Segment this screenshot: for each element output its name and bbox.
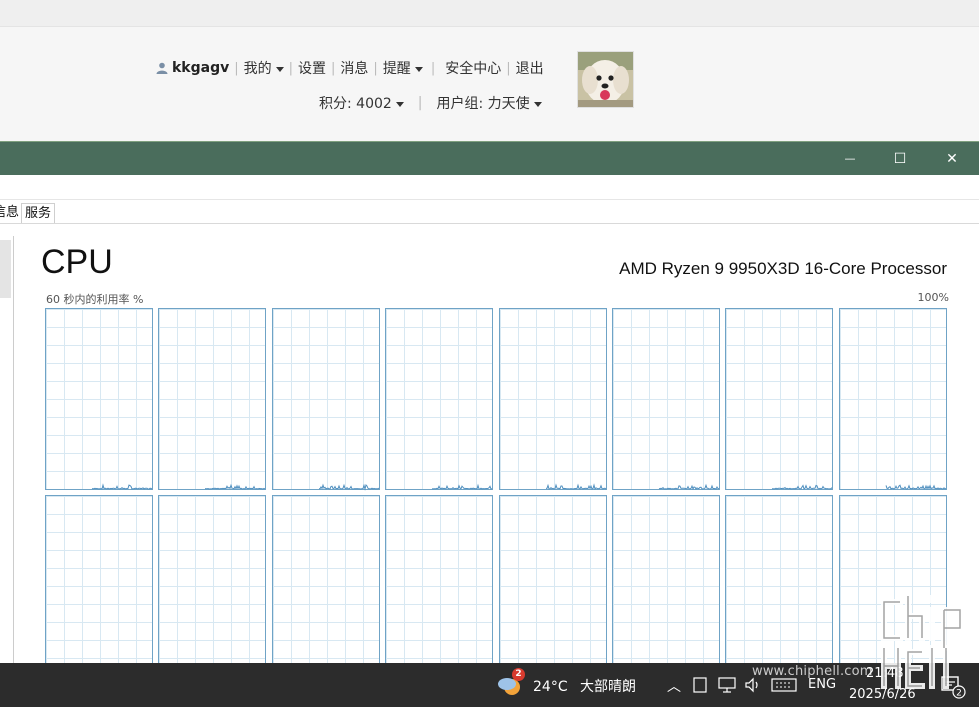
browser-top-strip — [0, 0, 979, 27]
user-icon — [156, 62, 168, 74]
tab-strip: 信息 服务 — [0, 201, 979, 224]
core-graph — [498, 308, 607, 491]
avatar[interactable] — [577, 51, 634, 108]
close-icon: ✕ — [946, 150, 958, 167]
core-graph — [612, 495, 720, 677]
processor-name: AMD Ryzen 9 9950X3D 16-Core Processor — [619, 259, 947, 278]
core-graph — [725, 308, 834, 490]
chevron-up-icon[interactable]: ︿ — [667, 676, 681, 695]
core-graph — [271, 308, 380, 491]
core-utilization-line — [205, 483, 266, 490]
minimize-icon: — — [844, 152, 856, 165]
weather-label: 大部晴朗 — [580, 679, 637, 695]
window-titlebar[interactable]: — ☐ ✕ — [0, 142, 979, 175]
watermark-url: www.chiphell.com — [752, 664, 873, 679]
maximize-icon: ☐ — [893, 150, 907, 167]
forum-header — [0, 27, 979, 140]
core-graph — [45, 495, 153, 677]
core-graph — [498, 495, 608, 678]
reminders-link[interactable]: 提醒 — [383, 58, 423, 78]
page-title: CPU — [41, 243, 113, 281]
core-graph — [385, 308, 494, 490]
core-utilization-line — [885, 484, 946, 491]
separator: | — [506, 60, 511, 76]
weather-widget[interactable]: 24°C 大部晴朗 — [533, 676, 636, 696]
tab-label: 服务 — [25, 206, 52, 221]
core-graph — [838, 308, 947, 491]
core-graph — [271, 495, 381, 678]
core-utilization-line — [46, 496, 154, 678]
language-indicator[interactable]: ENG — [808, 677, 836, 695]
core-graph — [725, 495, 834, 678]
core-graph — [385, 495, 494, 678]
tab-app-history[interactable]: 信息 — [0, 203, 22, 222]
core-graph — [158, 495, 267, 678]
core-utilization-line — [91, 483, 153, 490]
core-utilization-line — [658, 483, 719, 491]
task-manager-window: — ☐ ✕ 信息 服务 CPU AMD Ryzen 9 9950X3D 16-C… — [0, 141, 979, 677]
core-utilization-line — [726, 496, 834, 678]
core-graph — [612, 308, 720, 491]
usergroup-label: 用户组: 力天使 — [436, 96, 530, 112]
reminders-label: 提醒 — [382, 61, 411, 77]
core-utilization-line — [386, 496, 494, 678]
settings-link[interactable]: 设置 — [298, 58, 326, 78]
chevron-down-icon — [275, 66, 284, 72]
core-utilization-line — [432, 483, 493, 490]
my-menu-link[interactable]: 我的 — [244, 58, 284, 78]
username-link[interactable]: kkgagv — [172, 60, 229, 76]
maximize-button[interactable]: ☐ — [875, 142, 925, 175]
core-utilization-line — [613, 496, 721, 678]
network-icon[interactable] — [718, 676, 736, 694]
user-menu-bar: kkgagv | 我的 | 设置 | 消息 | 提醒 | 安全中心 | 退出 — [156, 58, 544, 78]
tablet-icon[interactable] — [693, 676, 707, 694]
weather-badge: 2 — [512, 668, 525, 681]
core-utilization-line — [545, 483, 606, 491]
separator: | — [373, 60, 378, 76]
menu-strip — [0, 175, 979, 200]
avatar-dog-image — [578, 52, 633, 107]
tab-label: 信息 — [0, 205, 20, 220]
logout-link[interactable]: 退出 — [516, 58, 544, 78]
security-center-link[interactable]: 安全中心 — [445, 58, 501, 78]
minimize-button[interactable]: — — [825, 142, 875, 175]
separator: | — [234, 60, 239, 76]
sidebar-selected-item[interactable] — [0, 240, 11, 298]
core-utilization-line — [159, 496, 267, 678]
separator: | — [417, 95, 423, 111]
tab-services[interactable]: 服务 — [21, 203, 56, 223]
left-sidebar[interactable] — [0, 236, 14, 666]
separator: | — [331, 60, 336, 76]
chevron-down-icon — [414, 66, 423, 72]
utilization-max-label: 100% — [917, 291, 949, 304]
cpu-core-graphs — [45, 308, 950, 678]
points-label: 积分: 4002 — [319, 96, 392, 112]
core-utilization-line — [318, 483, 379, 491]
utilization-axis-label: 60 秒内的利用率 % — [46, 293, 144, 306]
points-link[interactable]: 积分: 4002 — [319, 93, 404, 113]
usergroup-link[interactable]: 用户组: 力天使 — [437, 93, 542, 113]
temperature-label: 24°C — [533, 679, 568, 695]
close-button[interactable]: ✕ — [927, 142, 977, 175]
my-menu-label: 我的 — [243, 61, 272, 77]
user-stats-bar: 积分: 4002 | 用户组: 力天使 — [319, 93, 542, 113]
separator: | — [430, 60, 436, 76]
core-utilization-line — [273, 496, 381, 678]
chevron-down-icon — [533, 101, 542, 107]
core-utilization-line — [500, 496, 608, 678]
separator: | — [288, 60, 294, 76]
core-graph — [45, 308, 153, 490]
messages-link[interactable]: 消息 — [340, 58, 368, 78]
chevron-down-icon — [395, 101, 404, 107]
core-utilization-line — [772, 484, 833, 490]
core-graph — [158, 308, 267, 490]
chiphell-logo-watermark — [881, 593, 963, 689]
